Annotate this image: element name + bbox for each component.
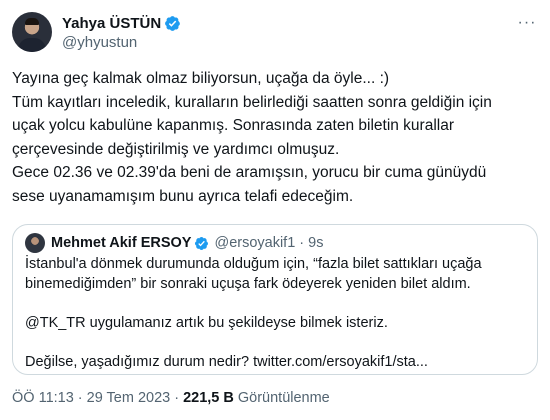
tweet-text-line: Tüm kayıtları inceledik, kuralların beli… [12, 93, 492, 111]
quoted-text-line: binemediğimden” bir sonraki uçuşa fark ö… [25, 275, 471, 292]
tweet-time[interactable]: ÖÖ 11:13 [12, 390, 74, 406]
author-name-row: Yahya ÜSTÜN [62, 14, 181, 32]
views-count[interactable]: 221,5 B [183, 390, 234, 406]
tweet-date[interactable]: 29 Tem 2023 [87, 390, 171, 406]
more-options-icon: ··· [517, 14, 537, 31]
views-label: Görüntülenme [237, 390, 330, 406]
avatar-hair [25, 18, 39, 25]
quoted-text-line: İstanbul'a dönmek durumunda olduğum için… [25, 256, 482, 272]
quoted-tweet-text: İstanbul'a dönmek durumunda olduğum için… [25, 255, 530, 372]
tweet-text-line: çerçevesinde değiştirilmiş ve yardımcı o… [12, 140, 340, 158]
quoted-text-line: Değilse, yaşadığımız durum nedir? twitte… [25, 353, 428, 370]
quoted-tweet[interactable]: Mehmet Akif ERSOY @ersoyakif1 · 9s İstan… [12, 224, 538, 375]
verified-badge-icon [165, 15, 181, 31]
verified-badge-icon [195, 236, 209, 250]
avatar-suit [18, 38, 46, 52]
quoted-tweet-time: 9s [308, 235, 324, 251]
more-options-button[interactable]: ··· [516, 12, 538, 34]
tweet-header: Yahya ÜSTÜN @yhyustun ··· [12, 12, 538, 56]
quoted-tweet-header: Mehmet Akif ERSOY @ersoyakif1 · 9s [25, 233, 324, 253]
separator-dot: · [174, 390, 180, 406]
author-display-name[interactable]: Yahya ÜSTÜN [62, 15, 161, 32]
tweet-text-line: uçak yolcu kabulüne kapanmış. Sonrasında… [12, 117, 455, 135]
tweet-text-line: Yayına geç kalmak olmaz biliyorsun, uçağ… [12, 70, 390, 87]
tweet-metadata: ÖÖ 11:13 · 29 Tem 2023 · 221,5 B Görüntü… [12, 388, 330, 408]
author-handle[interactable]: @yhyustun [62, 34, 137, 51]
quoted-author-display-name: Mehmet Akif ERSOY [51, 235, 192, 251]
tweet-text: Yayına geç kalmak olmaz biliyorsun, uçağ… [12, 67, 532, 209]
separator-dot: · [77, 390, 83, 406]
quoted-author-avatar [25, 233, 45, 253]
tweet-text-line: Gece 02.36 ve 02.39'da beni de aramışsın… [12, 164, 487, 182]
author-avatar[interactable] [12, 12, 52, 52]
quoted-text-line: @TK_TR uygulamanız artık bu şekildeyse b… [25, 314, 388, 331]
tweet-text-line: sese uyanamamışım bunu ayrıca telafi ede… [12, 187, 354, 205]
separator-dot: · [299, 235, 305, 251]
tweet: Yahya ÜSTÜN @yhyustun ··· Yayına geç kal… [0, 0, 550, 420]
quoted-author-handle: @ersoyakif1 [214, 235, 296, 251]
